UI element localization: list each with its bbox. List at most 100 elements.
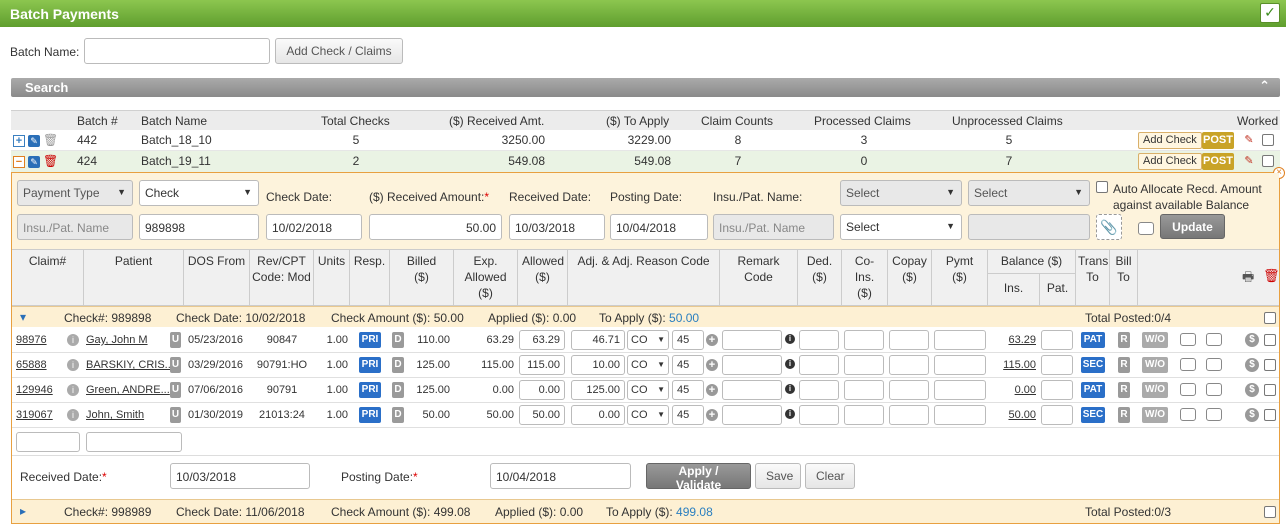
d-badge[interactable]: D <box>392 332 404 348</box>
claim-row-checkbox[interactable] <box>1264 359 1276 371</box>
write-off-button[interactable]: W/O <box>1142 407 1168 423</box>
resp-badge[interactable]: PRI <box>359 357 381 373</box>
balance-pat-input[interactable] <box>1041 330 1073 350</box>
select-dropdown-1[interactable]: Select ▼ <box>840 180 962 206</box>
save-button[interactable]: Save <box>755 463 801 489</box>
check-number-input[interactable]: 989898 <box>139 214 259 240</box>
delete-icon[interactable]: 🗑 <box>1263 268 1280 284</box>
remark-info-icon[interactable]: i <box>785 359 795 369</box>
adj-amount-input[interactable]: 125.00 <box>571 380 625 400</box>
remark-info-icon[interactable]: i <box>785 334 795 344</box>
info-bubble-icon[interactable]: i <box>67 334 79 346</box>
remark-code-input[interactable] <box>722 380 782 400</box>
copay-input[interactable] <box>889 330 929 350</box>
trans-to-badge[interactable]: PAT <box>1081 382 1105 398</box>
patient-u-badge[interactable]: U <box>170 407 181 423</box>
add-check-button[interactable]: Add Check <box>1138 153 1202 170</box>
add-adjustment-icon[interactable]: + <box>706 359 718 371</box>
payment-input[interactable] <box>934 380 986 400</box>
claim-row-checkbox[interactable] <box>1264 384 1276 396</box>
balance-pat-input[interactable] <box>1041 405 1073 425</box>
add-adjustment-icon[interactable]: + <box>706 384 718 396</box>
check-date-input[interactable]: 10/02/2018 <box>266 214 362 240</box>
coinsurance-input[interactable] <box>844 405 884 425</box>
balance-ins-link[interactable]: 115.00 <box>992 359 1036 371</box>
edit-note-icon[interactable]: ✎ <box>1243 155 1255 167</box>
claim-number-link[interactable]: 65888 <box>16 359 47 371</box>
trans-to-badge[interactable]: SEC <box>1081 357 1105 373</box>
balance-ins-link[interactable]: 0.00 <box>992 384 1036 396</box>
bill-to-r-badge[interactable]: R <box>1118 407 1130 423</box>
patient-link[interactable]: BARSKIY, CRIS... <box>86 359 174 371</box>
collapse-minus-icon[interactable]: − <box>13 156 25 168</box>
info-bubble-icon[interactable]: i <box>67 409 79 421</box>
remark-code-input[interactable] <box>722 405 782 425</box>
adj-amount-input[interactable]: 0.00 <box>571 405 625 425</box>
copay-input[interactable] <box>889 355 929 375</box>
payment-input[interactable] <box>934 330 986 350</box>
bill-to-r-badge[interactable]: R <box>1118 357 1130 373</box>
check-group-checkbox[interactable] <box>1264 506 1276 518</box>
copay-input[interactable] <box>889 405 929 425</box>
claim-row-checkbox[interactable] <box>1264 409 1276 421</box>
chevron-up-icon[interactable]: ⌃ <box>1259 78 1270 94</box>
trans-to-badge[interactable]: SEC <box>1081 407 1105 423</box>
payment-input[interactable] <box>934 405 986 425</box>
expand-plus-icon[interactable]: + <box>13 135 25 147</box>
balance-ins-link[interactable]: 63.29 <box>992 334 1036 346</box>
insu-pat-name-input[interactable]: Insu./Pat. Name <box>17 214 133 240</box>
comment-icon[interactable] <box>1180 383 1196 396</box>
deductible-input[interactable] <box>799 380 839 400</box>
claim-row[interactable]: 98976 i Gay, John M U 05/23/2016 90847 1.00 PRI… <box>12 328 1279 353</box>
info-bubble-icon[interactable]: i <box>67 359 79 371</box>
add-check-claims-button[interactable]: Add Check / Claims <box>275 38 403 64</box>
trans-to-badge[interactable]: PAT <box>1081 332 1105 348</box>
auto-allocate-checkbox[interactable] <box>1096 181 1108 193</box>
dollar-icon[interactable]: $ <box>1245 333 1259 347</box>
remark-info-icon[interactable]: i <box>785 384 795 394</box>
printer-icon[interactable]: 🖶 <box>1242 268 1254 290</box>
patient-link[interactable]: Gay, John M <box>86 334 148 346</box>
comment-icon[interactable] <box>1180 408 1196 421</box>
adj-amount-input[interactable]: 46.71 <box>571 330 625 350</box>
d-badge[interactable]: D <box>392 382 404 398</box>
clear-button[interactable]: Clear <box>805 463 855 489</box>
d-badge[interactable]: D <box>392 357 404 373</box>
claim-row-checkbox[interactable] <box>1264 334 1276 346</box>
deductible-input[interactable] <box>799 405 839 425</box>
select-gray-field[interactable] <box>968 214 1090 240</box>
collapse-caret-icon[interactable]: ▾ <box>20 310 26 324</box>
patient-u-badge[interactable]: U <box>170 332 181 348</box>
edit-note-icon[interactable]: ✎ <box>1243 134 1255 146</box>
allowed-input[interactable]: 0.00 <box>519 380 565 400</box>
adj-group-code-select[interactable]: CO ▼ <box>627 405 669 425</box>
comment-icon[interactable] <box>1180 333 1196 346</box>
adj-group-code-select[interactable]: CO ▼ <box>627 380 669 400</box>
expand-caret-icon[interactable]: ▸ <box>20 504 26 518</box>
write-off-button[interactable]: W/O <box>1142 382 1168 398</box>
clipboard-check-icon[interactable]: ✓ <box>1260 3 1280 23</box>
balance-pat-input[interactable] <box>1041 380 1073 400</box>
batch-row[interactable]: + ✎ 🗑 442 Batch_18_10 5 3250.00 3229.00 … <box>11 130 1280 151</box>
dollar-icon[interactable]: $ <box>1245 383 1259 397</box>
patient-u-badge[interactable]: U <box>170 382 181 398</box>
post-button[interactable]: POST <box>1202 132 1234 149</box>
worked-checkbox[interactable] <box>1262 155 1274 167</box>
resp-badge[interactable]: PRI <box>359 332 381 348</box>
select-dropdown-3[interactable]: Select ▼ <box>840 214 962 240</box>
add-adjustment-icon[interactable]: + <box>706 334 718 346</box>
comment-icon[interactable] <box>1138 222 1154 235</box>
check-group-header[interactable]: ▸ Check#: 998989 Check Date: 11/06/2018 … <box>12 499 1279 523</box>
check-group-checkbox[interactable] <box>1264 312 1276 324</box>
claim-number-link[interactable]: 129946 <box>16 384 53 396</box>
info-bubble-icon[interactable]: i <box>67 384 79 396</box>
balance-pat-input[interactable] <box>1041 355 1073 375</box>
update-button[interactable]: Update <box>1160 214 1225 239</box>
write-off-button[interactable]: W/O <box>1142 332 1168 348</box>
patient-link[interactable]: Green, ANDRE... <box>86 384 170 396</box>
note-edit-icon[interactable] <box>1206 333 1222 346</box>
balance-ins-link[interactable]: 50.00 <box>992 409 1036 421</box>
add-check-button[interactable]: Add Check <box>1138 132 1202 149</box>
payment-method-select[interactable]: Check ▼ <box>139 180 259 206</box>
note-edit-icon[interactable] <box>1206 358 1222 371</box>
